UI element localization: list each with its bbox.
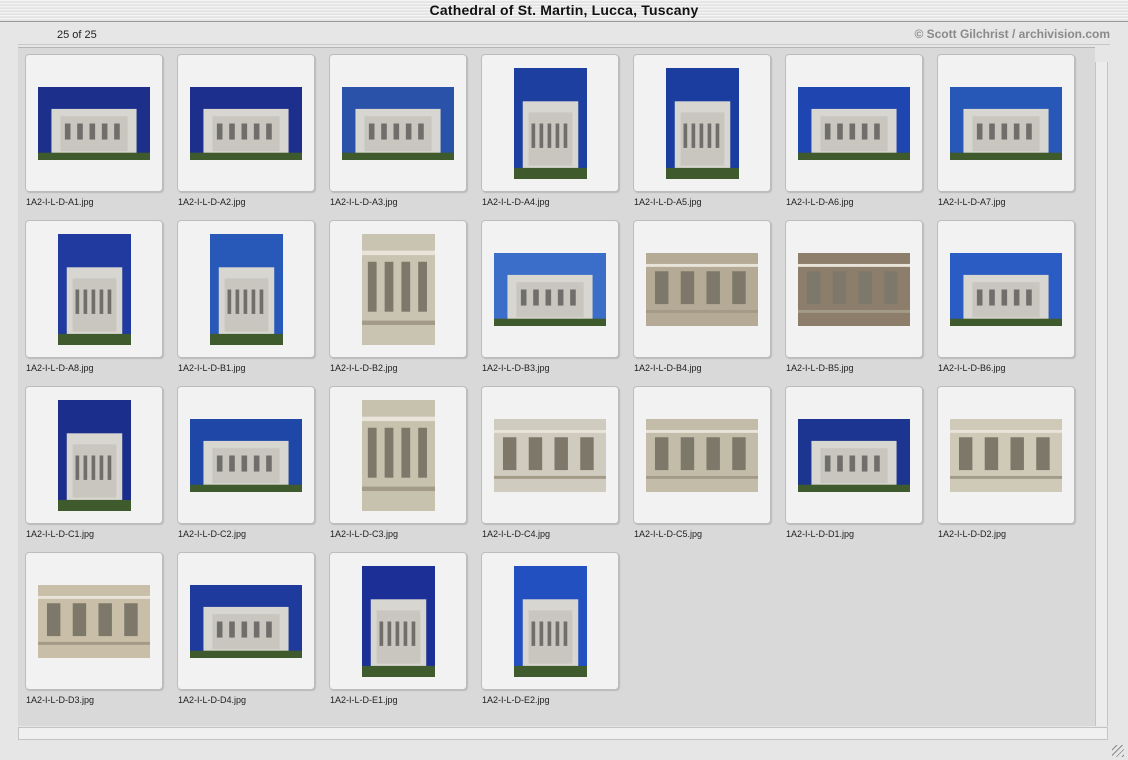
thumbnail-filename: 1A2-I-L-D-A7.jpg [938, 197, 1006, 207]
thumbnail-filename: 1A2-I-L-D-A6.jpg [786, 197, 854, 207]
thumbnail-card[interactable] [177, 54, 315, 192]
thumbnail-filename: 1A2-I-L-D-D2.jpg [938, 529, 1007, 539]
thumbnail-card[interactable] [785, 220, 923, 358]
vertical-scrollbar[interactable] [1095, 62, 1108, 726]
thumbnail-card[interactable] [481, 552, 619, 690]
image-count: 25 of 25 [57, 29, 97, 41]
thumbnail-image[interactable] [190, 419, 302, 492]
thumbnail-filename: 1A2-I-L-D-C2.jpg [178, 529, 247, 539]
thumbnail-filename: 1A2-I-L-D-C4.jpg [482, 529, 551, 539]
thumbnail-image[interactable] [950, 419, 1062, 492]
thumbnail-image[interactable] [666, 68, 739, 179]
thumbnail-image[interactable] [38, 585, 150, 658]
thumbnail-filename: 1A2-I-L-D-E1.jpg [330, 695, 398, 705]
thumbnail-image[interactable] [494, 419, 606, 492]
thumbnail-filename: 1A2-I-L-D-C3.jpg [330, 529, 399, 539]
thumbnail-image[interactable] [342, 87, 454, 160]
thumbnail-card[interactable] [937, 54, 1075, 192]
horizontal-scrollbar[interactable] [18, 727, 1108, 740]
thumbnail-card[interactable] [785, 54, 923, 192]
thumbnail-filename: 1A2-I-L-D-B2.jpg [330, 363, 398, 373]
thumbnail-card[interactable] [25, 386, 163, 524]
copyright-credit: © Scott Gilchrist / archivision.com [914, 27, 1110, 41]
thumbnail-image[interactable] [362, 400, 435, 511]
thumbnail-image[interactable] [38, 87, 150, 160]
thumbnail-image[interactable] [190, 585, 302, 658]
thumbnail-image[interactable] [950, 87, 1062, 160]
thumbnail-card[interactable] [633, 220, 771, 358]
thumbnail-filename: 1A2-I-L-D-B4.jpg [634, 363, 702, 373]
thumbnail-image[interactable] [514, 68, 587, 179]
thumbnail-card[interactable] [177, 552, 315, 690]
thumbnail-filename: 1A2-I-L-D-D3.jpg [26, 695, 95, 705]
thumbnail-filename: 1A2-I-L-D-A2.jpg [178, 197, 246, 207]
thumbnail-filename: 1A2-I-L-D-A1.jpg [26, 197, 94, 207]
thumbnail-image[interactable] [190, 87, 302, 160]
thumbnail-card[interactable] [25, 552, 163, 690]
thumbnail-card[interactable] [633, 54, 771, 192]
thumbnail-image[interactable] [362, 566, 435, 677]
thumbnail-grid: 1A2-I-L-D-A1.jpg 1A2-I-L-D-A2.jpg 1A2-I-L-… [18, 47, 1095, 726]
thumbnail-card[interactable] [937, 386, 1075, 524]
thumbnail-card[interactable] [25, 220, 163, 358]
thumbnail-image[interactable] [646, 253, 758, 326]
thumbnail-image[interactable] [362, 234, 435, 345]
thumbnail-image[interactable] [646, 419, 758, 492]
thumbnail-card[interactable] [177, 220, 315, 358]
thumbnail-image[interactable] [950, 253, 1062, 326]
thumbnail-filename: 1A2-I-L-D-B6.jpg [938, 363, 1006, 373]
thumbnail-filename: 1A2-I-L-D-D4.jpg [178, 695, 247, 705]
thumbnail-image[interactable] [798, 419, 910, 492]
thumbnail-image[interactable] [494, 253, 606, 326]
thumbnail-filename: 1A2-I-L-D-D1.jpg [786, 529, 855, 539]
thumbnail-image[interactable] [58, 234, 131, 345]
thumbnail-image[interactable] [210, 234, 283, 345]
resize-grip-icon[interactable] [1112, 745, 1124, 757]
thumbnail-card[interactable] [329, 552, 467, 690]
thumbnail-filename: 1A2-I-L-D-A8.jpg [26, 363, 94, 373]
thumbnail-card[interactable] [329, 220, 467, 358]
thumbnail-filename: 1A2-I-L-D-E2.jpg [482, 695, 550, 705]
thumbnail-image[interactable] [798, 87, 910, 160]
window-titlebar[interactable]: Cathedral of St. Martin, Lucca, Tuscany [0, 0, 1128, 22]
thumbnail-card[interactable] [785, 386, 923, 524]
thumbnail-card[interactable] [329, 386, 467, 524]
thumbnail-image[interactable] [798, 253, 910, 326]
thumbnail-filename: 1A2-I-L-D-C1.jpg [26, 529, 95, 539]
thumbnail-card[interactable] [937, 220, 1075, 358]
thumbnail-image[interactable] [58, 400, 131, 511]
thumbnail-filename: 1A2-I-L-D-B3.jpg [482, 363, 550, 373]
thumbnail-card[interactable] [329, 54, 467, 192]
thumbnail-filename: 1A2-I-L-D-A3.jpg [330, 197, 398, 207]
window-title: Cathedral of St. Martin, Lucca, Tuscany [429, 2, 699, 18]
thumbnail-filename: 1A2-I-L-D-C5.jpg [634, 529, 703, 539]
thumbnail-card[interactable] [481, 220, 619, 358]
thumbnail-filename: 1A2-I-L-D-A5.jpg [634, 197, 702, 207]
thumbnail-filename: 1A2-I-L-D-A4.jpg [482, 197, 550, 207]
thumbnail-card[interactable] [481, 54, 619, 192]
thumbnail-filename: 1A2-I-L-D-B1.jpg [178, 363, 246, 373]
thumbnail-card[interactable] [177, 386, 315, 524]
thumbnail-image[interactable] [514, 566, 587, 677]
header-divider [18, 44, 1110, 45]
thumbnail-card[interactable] [481, 386, 619, 524]
thumbnail-card[interactable] [633, 386, 771, 524]
thumbnail-card[interactable] [25, 54, 163, 192]
thumbnail-filename: 1A2-I-L-D-B5.jpg [786, 363, 854, 373]
